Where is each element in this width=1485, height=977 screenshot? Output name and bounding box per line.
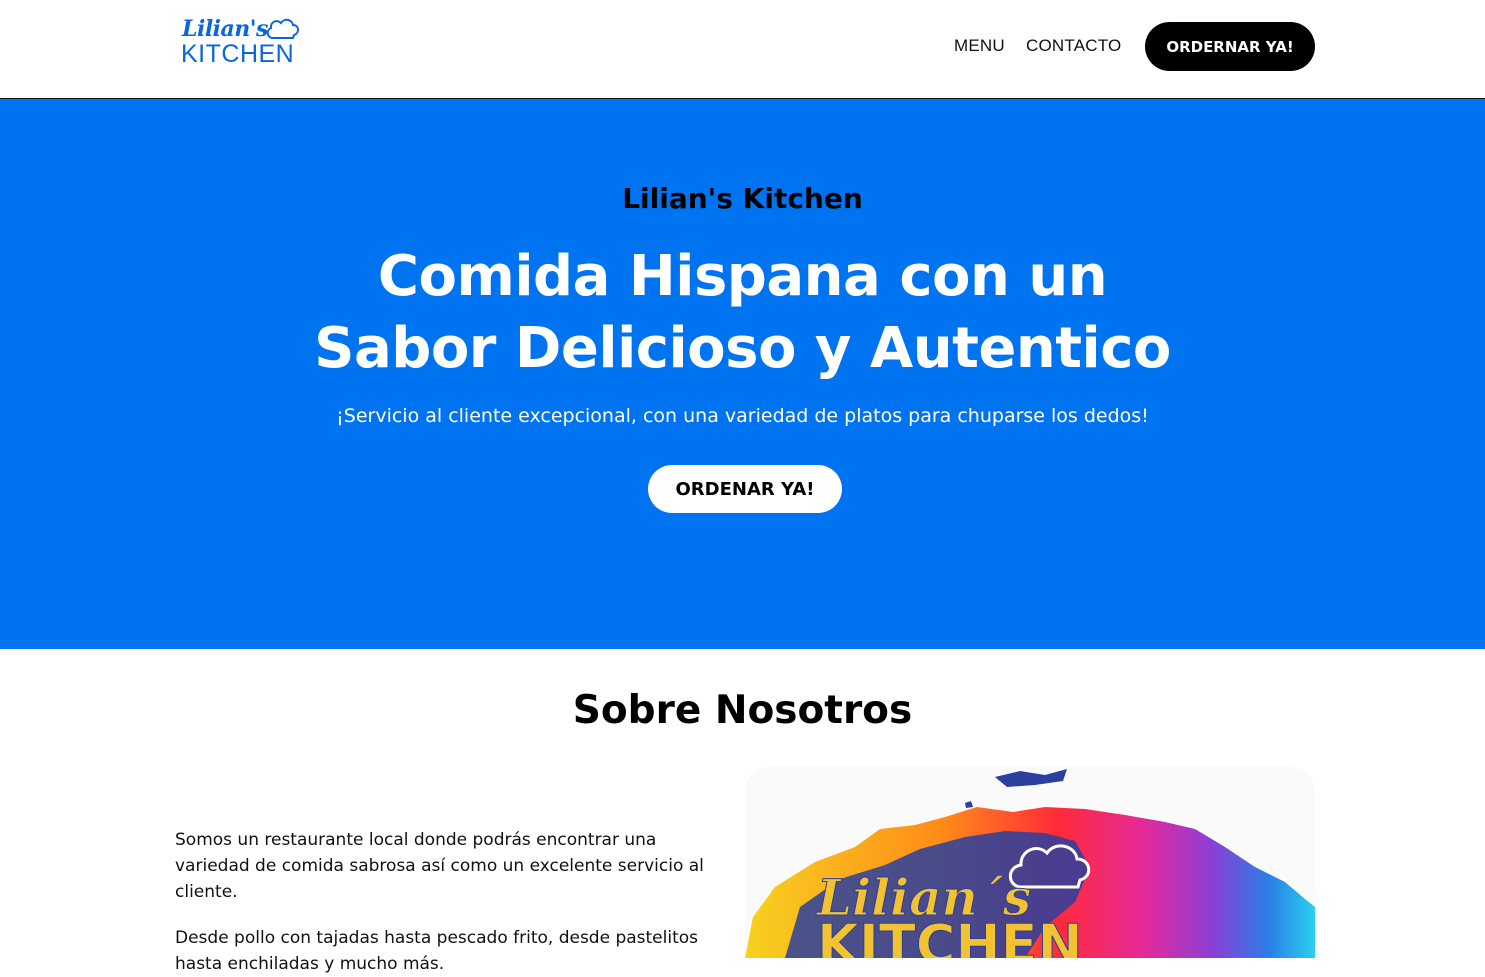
logo-script-text: Lilian's	[182, 16, 268, 42]
hero-section: Lilian's Kitchen Comida Hispana con un S…	[0, 99, 1485, 649]
about-paragraph-1: Somos un restaurante local donde podrás …	[175, 830, 704, 902]
about-paragraph-2: Desde pollo con tajadas hasta pescado fr…	[175, 928, 699, 974]
logo-word-text: KITCHEN	[181, 40, 295, 68]
image-logo-word: KITCHEN	[817, 913, 1083, 958]
honduras-map-logo-art: Lilian´s KITCHEN	[745, 769, 1315, 958]
about-title: Sobre Nosotros	[572, 688, 913, 733]
order-now-header-button[interactable]: ORDERNAR YA!	[1145, 22, 1315, 71]
chef-hat-icon	[266, 18, 299, 39]
hero-title: Comida Hispana con un Sabor Delicioso y …	[0, 241, 1485, 385]
nav-contact-link[interactable]: CONTACTO	[1026, 36, 1121, 56]
about-logo-image: Lilian´s KITCHEN	[745, 767, 1315, 958]
hero-subtitle: Lilian's Kitchen	[622, 182, 863, 215]
logo[interactable]: Lilian's KITCHEN	[180, 16, 305, 68]
hero-tagline: ¡Servicio al cliente excepcional, con un…	[336, 405, 1149, 427]
nav-menu-link[interactable]: MENU	[954, 36, 1005, 56]
hero-title-line-2: Sabor Delicioso y Autentico	[314, 316, 1171, 381]
hero-title-line-1: Comida Hispana con un	[377, 244, 1108, 309]
site-header: Lilian's KITCHEN MENU CONTACTO ORDERNAR …	[0, 0, 1485, 99]
order-now-hero-button[interactable]: ORDENAR YA!	[648, 465, 842, 513]
